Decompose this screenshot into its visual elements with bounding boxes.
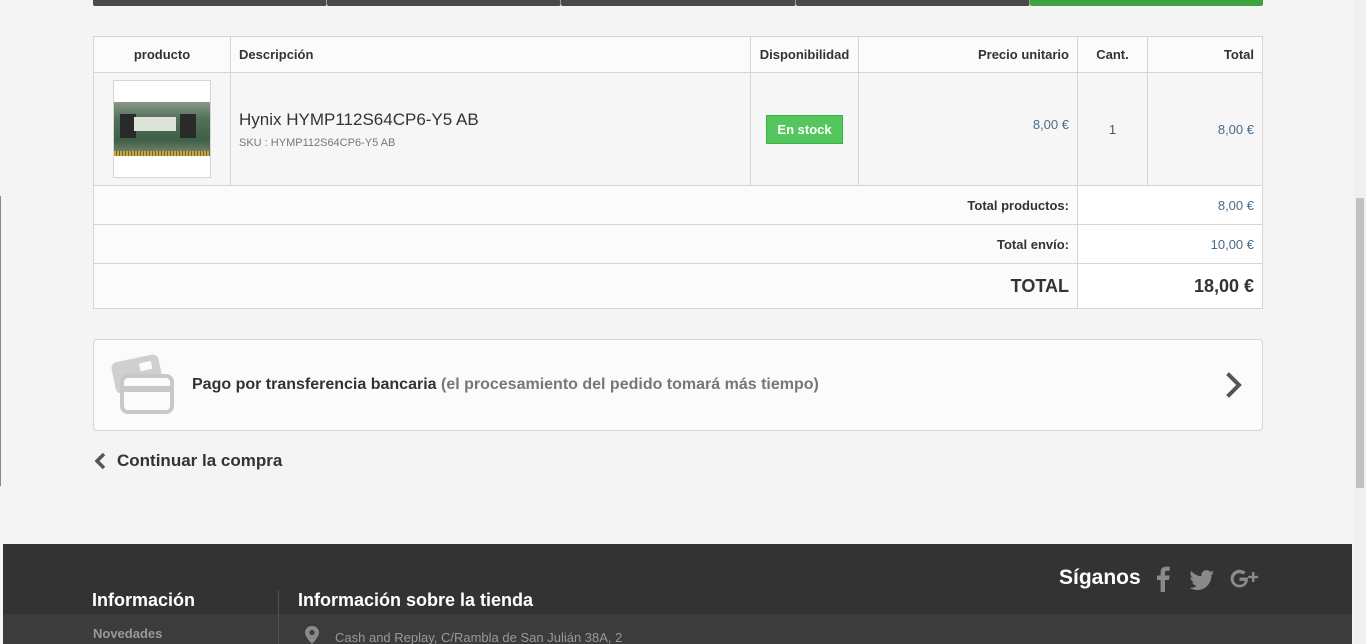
total-products-value: 8,00 € bbox=[1077, 185, 1263, 225]
header-description: Descripción bbox=[230, 36, 751, 73]
progress-step-4[interactable] bbox=[795, 0, 1030, 6]
cart-summary-table: producto Descripción Disponibilidad Prec… bbox=[93, 36, 1263, 309]
line-total-cell: 8,00 € bbox=[1147, 72, 1263, 186]
payment-option-label: Pago por transferencia bancaria bbox=[192, 376, 437, 393]
progress-step-2[interactable] bbox=[327, 0, 562, 6]
checkout-progress-bar bbox=[93, 0, 1264, 6]
bank-transfer-payment-option[interactable]: Pago por transferencia bancaria (el proc… bbox=[93, 339, 1263, 431]
product-name-link[interactable]: Hynix HYMP112S64CP6-Y5 AB bbox=[239, 110, 742, 130]
total-products-row: Total productos: 8,00 € bbox=[93, 185, 1263, 225]
progress-step-5-active bbox=[1029, 0, 1264, 6]
scrollbar-thumb[interactable] bbox=[1356, 198, 1364, 488]
table-row: Hynix HYMP112S64CP6-Y5 AB SKU : HYMP112S… bbox=[93, 72, 1263, 186]
page: producto Descripción Disponibilidad Prec… bbox=[0, 0, 1366, 644]
payment-option-text: Pago por transferencia bancaria (el proc… bbox=[192, 376, 819, 394]
total-shipping-value: 10,00 € bbox=[1077, 224, 1263, 264]
chevron-left-icon bbox=[94, 452, 106, 470]
header-quantity: Cant. bbox=[1077, 36, 1148, 73]
progress-step-1[interactable] bbox=[93, 0, 328, 6]
chevron-right-icon bbox=[1222, 370, 1246, 400]
site-footer: Síganos Información Información sobre la… bbox=[3, 544, 1352, 644]
header-unit-price: Precio unitario bbox=[858, 36, 1078, 73]
product-thumbnail[interactable] bbox=[113, 80, 211, 178]
footer-info-title: Información bbox=[92, 590, 196, 610]
continue-shopping-label: Continuar la compra bbox=[117, 451, 283, 470]
grand-total-row: TOTAL 18,00 € bbox=[93, 263, 1263, 309]
continue-shopping-link[interactable]: Continuar la compra bbox=[93, 450, 282, 472]
left-edge-line bbox=[0, 196, 1, 486]
twitter-icon[interactable] bbox=[1188, 564, 1216, 594]
payment-option-note: (el procesamiento del pedido tomará más … bbox=[440, 376, 819, 393]
total-shipping-label: Total envío: bbox=[93, 224, 1078, 264]
store-address: Cash and Replay, C/Rambla de San Julián … bbox=[335, 630, 623, 644]
header-product: producto bbox=[93, 36, 231, 73]
ram-module-image bbox=[114, 102, 210, 156]
unit-price-cell: 8,00 € bbox=[858, 72, 1078, 186]
follow-us-heading: Síganos bbox=[1059, 566, 1141, 589]
footer-store-info-title: Información sobre la tienda bbox=[298, 590, 534, 610]
google-plus-icon[interactable] bbox=[1229, 564, 1259, 594]
grand-total-value: 18,00 € bbox=[1077, 263, 1263, 309]
map-pin-icon bbox=[305, 626, 319, 644]
table-header-row: producto Descripción Disponibilidad Prec… bbox=[93, 36, 1263, 73]
availability-cell: En stock bbox=[750, 72, 859, 186]
footer-link-novedades[interactable]: Novedades bbox=[93, 626, 162, 641]
unit-price: 8,00 € bbox=[1032, 116, 1069, 132]
total-shipping-row: Total envío: 10,00 € bbox=[93, 224, 1263, 264]
bank-card-icon bbox=[108, 350, 178, 420]
progress-step-3[interactable] bbox=[561, 0, 796, 6]
facebook-icon[interactable] bbox=[1153, 564, 1173, 594]
quantity-cell: 1 bbox=[1077, 72, 1148, 186]
header-availability: Disponibilidad bbox=[750, 36, 859, 73]
header-total: Total bbox=[1147, 36, 1263, 73]
vertical-scrollbar[interactable] bbox=[1354, 0, 1366, 644]
in-stock-badge: En stock bbox=[766, 114, 843, 144]
grand-total-label: TOTAL bbox=[93, 263, 1078, 309]
product-description-cell: Hynix HYMP112S64CP6-Y5 AB SKU : HYMP112S… bbox=[230, 72, 751, 186]
footer-column-divider bbox=[278, 590, 279, 644]
total-products-label: Total productos: bbox=[93, 185, 1078, 225]
product-sku: SKU : HYMP112S64CP6-Y5 AB bbox=[239, 136, 396, 149]
footer-band bbox=[3, 614, 1352, 644]
product-image-cell bbox=[93, 72, 231, 186]
